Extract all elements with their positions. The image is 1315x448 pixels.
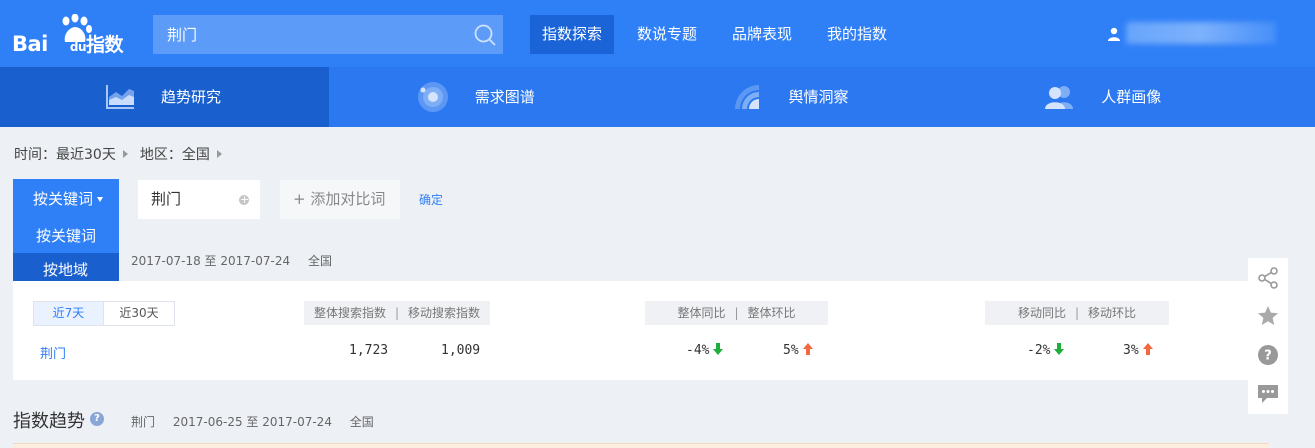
subnav-label: 舆情洞察	[788, 88, 849, 106]
trend-help-icon[interactable]: ?	[90, 412, 104, 426]
mode-option-keyword[interactable]: 按关键词	[13, 219, 119, 253]
trend-range: 2017-06-25 至 2017-07-24	[172, 415, 332, 429]
mobile-change-header: 移动同比 | 移动环比	[985, 301, 1169, 325]
caret-right-icon	[216, 150, 222, 158]
arrow-down-icon	[713, 343, 724, 355]
caret-right-icon	[122, 150, 128, 158]
search-index-header: 整体搜索指数 | 移动搜索指数	[304, 301, 490, 325]
crowd-portrait-icon	[1045, 86, 1074, 109]
keyword-input[interactable]: 荆门	[138, 180, 260, 219]
header-label: 整体同比	[677, 306, 726, 320]
arrow-up-icon	[1142, 343, 1153, 355]
feedback-icon[interactable]	[1257, 383, 1279, 405]
arrow-down-icon	[1054, 343, 1065, 355]
date-range-line: 2017-07-18 至 2017-07-24 全国	[131, 252, 346, 269]
help-icon[interactable]: ?	[1257, 344, 1279, 366]
svg-text:?: ?	[1264, 349, 1272, 364]
nav-brand-performance[interactable]: 品牌表现	[720, 15, 804, 54]
mobile-yoy-value: -2%	[1027, 343, 1051, 358]
header-label: 移动环比	[1088, 306, 1137, 320]
trend-region: 全国	[349, 415, 374, 429]
time-filter[interactable]: 时间：最近30天	[14, 144, 116, 164]
confirm-button[interactable]: 确定	[419, 191, 443, 208]
overall-yoy: -4%	[686, 343, 724, 358]
period-tabs: 近7天 近30天	[33, 301, 175, 326]
search-icon[interactable]	[473, 23, 497, 47]
mode-select[interactable]: 按关键词	[13, 179, 119, 219]
header-label: 移动搜索指数	[408, 306, 481, 320]
subnav-trend-research[interactable]: 趋势研究	[0, 67, 329, 127]
user-name-blurred	[1126, 22, 1276, 44]
trend-chart-icon	[106, 85, 134, 109]
overall-mom-value: 5%	[783, 343, 799, 358]
mode-dropdown-menu: 按关键词 按地域	[13, 219, 119, 288]
subnav-label: 需求图谱	[474, 88, 535, 106]
subnav-demand-graph[interactable]: 需求图谱	[329, 67, 658, 127]
add-compare-word-button[interactable]: + 添加对比词	[280, 180, 400, 219]
demand-graph-icon	[417, 82, 448, 112]
user-menu[interactable]	[1108, 22, 1276, 45]
date-region: 全国	[307, 254, 332, 268]
trend-section-title: 指数趋势	[13, 411, 85, 432]
sub-nav: 趋势研究 需求图谱 舆情洞察 人群画像	[0, 67, 1315, 127]
clear-keyword-icon[interactable]	[239, 180, 249, 219]
nav-data-topics[interactable]: 数说专题	[625, 15, 709, 54]
arrow-up-icon	[802, 343, 813, 355]
index-summary-card: 近7天 近30天 整体搜索指数 | 移动搜索指数 整体同比 | 整体环比 移动同比 | 移动…	[13, 281, 1269, 380]
nav-index-explore[interactable]: 指数探索	[530, 15, 615, 54]
mobile-mom-value: 3%	[1123, 343, 1139, 358]
nav-my-index[interactable]: 我的指数	[815, 15, 899, 54]
overall-mom: 5%	[783, 343, 813, 358]
header-label: 整体搜索指数	[313, 306, 386, 320]
subnav-label: 人群画像	[1101, 88, 1162, 106]
star-icon[interactable]	[1257, 305, 1279, 327]
header-label: 移动同比	[1017, 306, 1066, 320]
mobile-mom: 3%	[1123, 343, 1153, 358]
overall-change-header: 整体同比 | 整体环比	[645, 301, 828, 325]
main-nav: 指数探索 数说专题 品牌表现 我的指数	[530, 15, 910, 54]
caret-down-icon	[97, 197, 104, 202]
search-input[interactable]	[153, 15, 463, 54]
sentiment-icon	[734, 85, 759, 109]
notice-strip	[13, 443, 1269, 448]
mobile-index-value: 1,009	[441, 343, 481, 358]
subnav-crowd-portrait[interactable]: 人群画像	[986, 67, 1315, 127]
region-filter[interactable]: 地区：全国	[140, 144, 210, 164]
user-icon	[1108, 27, 1120, 41]
baidu-index-logo[interactable]: Bai du指数	[12, 14, 132, 56]
filter-line: 时间：最近30天 地区：全国	[14, 144, 234, 164]
search-box	[153, 15, 503, 54]
overall-yoy-value: -4%	[686, 343, 710, 358]
date-range: 2017-07-18 至 2017-07-24	[131, 254, 291, 268]
mobile-yoy: -2%	[1027, 343, 1065, 358]
side-toolbar: ?	[1248, 258, 1288, 414]
share-icon[interactable]	[1257, 267, 1279, 289]
mode-selected-label: 按关键词	[33, 190, 94, 208]
tab-30-days[interactable]: 近30天	[104, 302, 174, 325]
subnav-sentiment-insight[interactable]: 舆情洞察	[658, 67, 987, 127]
keyword-link[interactable]: 荆门	[40, 343, 66, 362]
subnav-label: 趋势研究	[161, 88, 222, 106]
overall-index-value: 1,723	[349, 343, 389, 358]
trend-keyword: 荆门	[131, 415, 156, 429]
top-bar: Baidu指数 指数探索 数说专题 品牌表现 我的指数	[0, 0, 1315, 67]
paw-icon	[62, 14, 92, 42]
keyword-value: 荆门	[151, 190, 182, 208]
trend-meta: 荆门 2017-06-25 至 2017-07-24 全国	[131, 413, 388, 430]
tab-7-days[interactable]: 近7天	[34, 302, 104, 325]
header-label: 整体环比	[747, 306, 796, 320]
